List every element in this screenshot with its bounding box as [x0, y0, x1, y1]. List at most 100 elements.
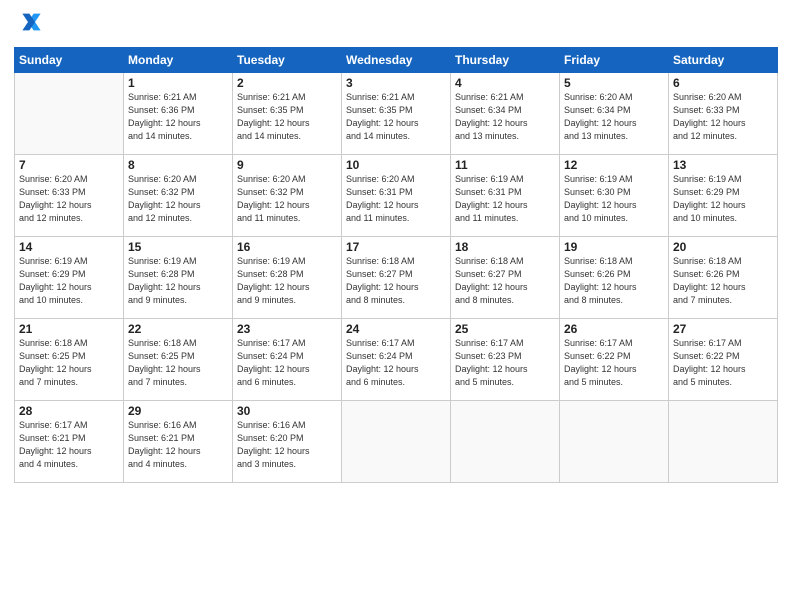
calendar-cell: 24Sunrise: 6:17 AM Sunset: 6:24 PM Dayli… [342, 319, 451, 401]
day-number: 5 [564, 76, 664, 90]
day-info: Sunrise: 6:19 AM Sunset: 6:29 PM Dayligh… [19, 255, 119, 307]
calendar-cell: 12Sunrise: 6:19 AM Sunset: 6:30 PM Dayli… [560, 155, 669, 237]
calendar-cell: 11Sunrise: 6:19 AM Sunset: 6:31 PM Dayli… [451, 155, 560, 237]
calendar-cell: 29Sunrise: 6:16 AM Sunset: 6:21 PM Dayli… [124, 401, 233, 483]
day-info: Sunrise: 6:18 AM Sunset: 6:26 PM Dayligh… [564, 255, 664, 307]
day-info: Sunrise: 6:20 AM Sunset: 6:33 PM Dayligh… [19, 173, 119, 225]
calendar-header-thursday: Thursday [451, 48, 560, 73]
day-info: Sunrise: 6:21 AM Sunset: 6:35 PM Dayligh… [346, 91, 446, 143]
calendar-header-row: SundayMondayTuesdayWednesdayThursdayFrid… [15, 48, 778, 73]
day-number: 3 [346, 76, 446, 90]
day-info: Sunrise: 6:17 AM Sunset: 6:22 PM Dayligh… [673, 337, 773, 389]
calendar-header-wednesday: Wednesday [342, 48, 451, 73]
day-number: 13 [673, 158, 773, 172]
calendar-header-sunday: Sunday [15, 48, 124, 73]
day-number: 11 [455, 158, 555, 172]
calendar-cell [669, 401, 778, 483]
calendar-cell: 6Sunrise: 6:20 AM Sunset: 6:33 PM Daylig… [669, 73, 778, 155]
calendar-cell: 20Sunrise: 6:18 AM Sunset: 6:26 PM Dayli… [669, 237, 778, 319]
day-info: Sunrise: 6:18 AM Sunset: 6:27 PM Dayligh… [455, 255, 555, 307]
calendar-cell: 19Sunrise: 6:18 AM Sunset: 6:26 PM Dayli… [560, 237, 669, 319]
calendar-week-5: 28Sunrise: 6:17 AM Sunset: 6:21 PM Dayli… [15, 401, 778, 483]
day-info: Sunrise: 6:17 AM Sunset: 6:24 PM Dayligh… [237, 337, 337, 389]
calendar-header-saturday: Saturday [669, 48, 778, 73]
calendar-cell: 23Sunrise: 6:17 AM Sunset: 6:24 PM Dayli… [233, 319, 342, 401]
calendar-table: SundayMondayTuesdayWednesdayThursdayFrid… [14, 47, 778, 483]
day-number: 2 [237, 76, 337, 90]
day-number: 8 [128, 158, 228, 172]
day-number: 26 [564, 322, 664, 336]
calendar-cell: 17Sunrise: 6:18 AM Sunset: 6:27 PM Dayli… [342, 237, 451, 319]
day-info: Sunrise: 6:17 AM Sunset: 6:23 PM Dayligh… [455, 337, 555, 389]
calendar-cell: 1Sunrise: 6:21 AM Sunset: 6:36 PM Daylig… [124, 73, 233, 155]
calendar-cell: 28Sunrise: 6:17 AM Sunset: 6:21 PM Dayli… [15, 401, 124, 483]
day-number: 10 [346, 158, 446, 172]
calendar-header-monday: Monday [124, 48, 233, 73]
day-number: 4 [455, 76, 555, 90]
calendar-cell [451, 401, 560, 483]
day-info: Sunrise: 6:18 AM Sunset: 6:25 PM Dayligh… [19, 337, 119, 389]
day-info: Sunrise: 6:19 AM Sunset: 6:30 PM Dayligh… [564, 173, 664, 225]
calendar-cell: 13Sunrise: 6:19 AM Sunset: 6:29 PM Dayli… [669, 155, 778, 237]
day-number: 24 [346, 322, 446, 336]
day-info: Sunrise: 6:16 AM Sunset: 6:21 PM Dayligh… [128, 419, 228, 471]
calendar-cell [560, 401, 669, 483]
calendar-week-1: 1Sunrise: 6:21 AM Sunset: 6:36 PM Daylig… [15, 73, 778, 155]
day-number: 12 [564, 158, 664, 172]
day-number: 21 [19, 322, 119, 336]
day-number: 1 [128, 76, 228, 90]
calendar-cell: 30Sunrise: 6:16 AM Sunset: 6:20 PM Dayli… [233, 401, 342, 483]
day-info: Sunrise: 6:16 AM Sunset: 6:20 PM Dayligh… [237, 419, 337, 471]
day-info: Sunrise: 6:20 AM Sunset: 6:32 PM Dayligh… [128, 173, 228, 225]
calendar-cell: 15Sunrise: 6:19 AM Sunset: 6:28 PM Dayli… [124, 237, 233, 319]
day-info: Sunrise: 6:18 AM Sunset: 6:25 PM Dayligh… [128, 337, 228, 389]
calendar-cell: 25Sunrise: 6:17 AM Sunset: 6:23 PM Dayli… [451, 319, 560, 401]
day-info: Sunrise: 6:19 AM Sunset: 6:28 PM Dayligh… [128, 255, 228, 307]
day-number: 7 [19, 158, 119, 172]
day-info: Sunrise: 6:17 AM Sunset: 6:22 PM Dayligh… [564, 337, 664, 389]
day-info: Sunrise: 6:19 AM Sunset: 6:29 PM Dayligh… [673, 173, 773, 225]
calendar-header-tuesday: Tuesday [233, 48, 342, 73]
day-info: Sunrise: 6:17 AM Sunset: 6:24 PM Dayligh… [346, 337, 446, 389]
calendar-cell: 9Sunrise: 6:20 AM Sunset: 6:32 PM Daylig… [233, 155, 342, 237]
day-info: Sunrise: 6:17 AM Sunset: 6:21 PM Dayligh… [19, 419, 119, 471]
day-number: 30 [237, 404, 337, 418]
calendar-week-4: 21Sunrise: 6:18 AM Sunset: 6:25 PM Dayli… [15, 319, 778, 401]
calendar-cell: 4Sunrise: 6:21 AM Sunset: 6:34 PM Daylig… [451, 73, 560, 155]
calendar-week-2: 7Sunrise: 6:20 AM Sunset: 6:33 PM Daylig… [15, 155, 778, 237]
day-number: 15 [128, 240, 228, 254]
day-info: Sunrise: 6:20 AM Sunset: 6:33 PM Dayligh… [673, 91, 773, 143]
day-number: 16 [237, 240, 337, 254]
calendar-cell [342, 401, 451, 483]
day-number: 17 [346, 240, 446, 254]
day-number: 29 [128, 404, 228, 418]
main-container: SundayMondayTuesdayWednesdayThursdayFrid… [0, 0, 792, 612]
logo [14, 10, 42, 41]
calendar-cell: 14Sunrise: 6:19 AM Sunset: 6:29 PM Dayli… [15, 237, 124, 319]
header [14, 10, 778, 41]
day-info: Sunrise: 6:19 AM Sunset: 6:31 PM Dayligh… [455, 173, 555, 225]
day-info: Sunrise: 6:21 AM Sunset: 6:34 PM Dayligh… [455, 91, 555, 143]
day-number: 28 [19, 404, 119, 418]
calendar-header-friday: Friday [560, 48, 669, 73]
calendar-cell: 26Sunrise: 6:17 AM Sunset: 6:22 PM Dayli… [560, 319, 669, 401]
day-info: Sunrise: 6:18 AM Sunset: 6:27 PM Dayligh… [346, 255, 446, 307]
day-number: 9 [237, 158, 337, 172]
day-number: 22 [128, 322, 228, 336]
calendar-cell: 2Sunrise: 6:21 AM Sunset: 6:35 PM Daylig… [233, 73, 342, 155]
calendar-cell: 21Sunrise: 6:18 AM Sunset: 6:25 PM Dayli… [15, 319, 124, 401]
day-info: Sunrise: 6:20 AM Sunset: 6:32 PM Dayligh… [237, 173, 337, 225]
calendar-cell: 7Sunrise: 6:20 AM Sunset: 6:33 PM Daylig… [15, 155, 124, 237]
calendar-cell: 18Sunrise: 6:18 AM Sunset: 6:27 PM Dayli… [451, 237, 560, 319]
day-number: 20 [673, 240, 773, 254]
day-number: 25 [455, 322, 555, 336]
day-info: Sunrise: 6:20 AM Sunset: 6:31 PM Dayligh… [346, 173, 446, 225]
day-number: 6 [673, 76, 773, 90]
calendar-week-3: 14Sunrise: 6:19 AM Sunset: 6:29 PM Dayli… [15, 237, 778, 319]
day-info: Sunrise: 6:18 AM Sunset: 6:26 PM Dayligh… [673, 255, 773, 307]
calendar-cell: 8Sunrise: 6:20 AM Sunset: 6:32 PM Daylig… [124, 155, 233, 237]
calendar-cell: 5Sunrise: 6:20 AM Sunset: 6:34 PM Daylig… [560, 73, 669, 155]
day-info: Sunrise: 6:21 AM Sunset: 6:35 PM Dayligh… [237, 91, 337, 143]
day-number: 19 [564, 240, 664, 254]
calendar-cell: 10Sunrise: 6:20 AM Sunset: 6:31 PM Dayli… [342, 155, 451, 237]
